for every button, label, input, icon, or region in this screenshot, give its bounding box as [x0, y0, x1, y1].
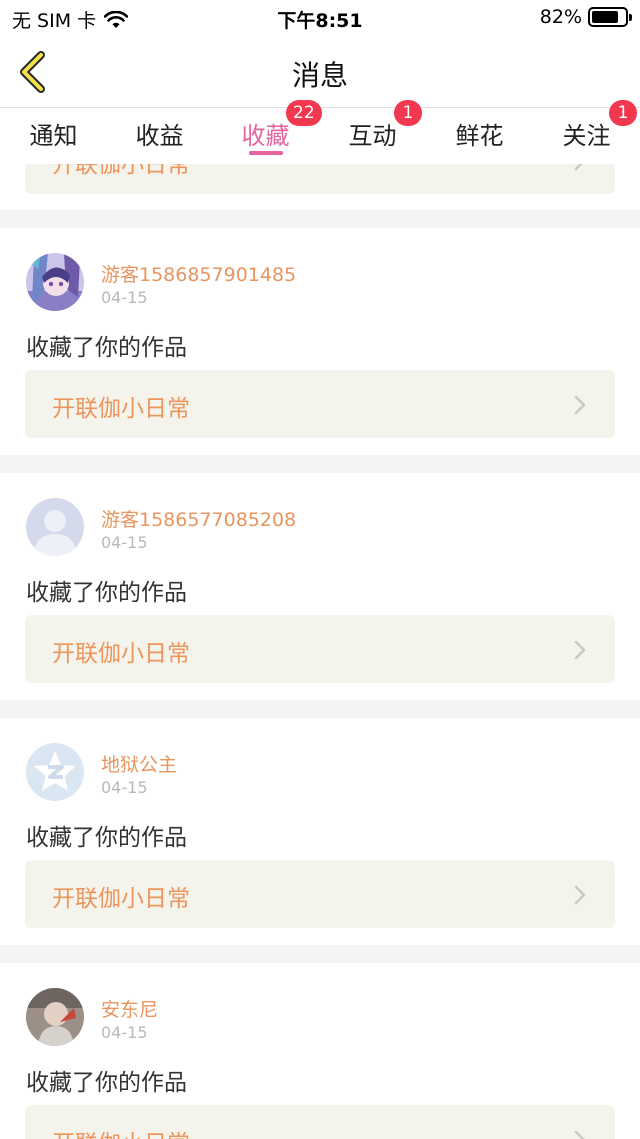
username[interactable]: 地狱公主: [101, 750, 177, 777]
tab-interactions[interactable]: 互动 1: [319, 100, 426, 164]
page-title: 消息: [291, 59, 348, 92]
photo-avatar-image: [26, 988, 84, 1046]
favorites-feed[interactable]: 开联伽小日常 游客1586857901485 04-15 收藏了你的作品 开联伽…: [0, 164, 640, 1139]
avatar[interactable]: [26, 988, 84, 1046]
unread-badge: 1: [394, 100, 422, 126]
work-link[interactable]: 开联伽小日常: [25, 1105, 615, 1139]
work-link[interactable]: 开联伽小日常: [25, 860, 615, 928]
action-text: 收藏了你的作品: [26, 335, 187, 361]
chevron-right-icon: [574, 164, 583, 171]
chevron-right-icon: [574, 640, 586, 660]
timestamp: 04-15: [101, 1023, 148, 1042]
qq-logo-icon: [26, 743, 84, 801]
battery-percent: 82%: [539, 6, 582, 28]
work-title: 开联伽小日常: [52, 641, 190, 667]
timestamp: 04-15: [101, 778, 148, 797]
tab-earnings[interactable]: 收益: [106, 108, 213, 164]
tab-label: 关注: [562, 122, 611, 150]
work-link[interactable]: 开联伽小日常: [25, 615, 615, 683]
status-bar: 无 SIM 卡 下午8:51 82%: [0, 0, 640, 36]
tab-flowers[interactable]: 鲜花: [426, 108, 533, 164]
feed-card: 地狱公主 04-15 收藏了你的作品 开联伽小日常: [0, 718, 640, 945]
unread-badge: 22: [286, 100, 322, 126]
navigation-bar: 消息: [0, 36, 640, 108]
battery-icon: [588, 7, 632, 27]
tab-label: 通知: [29, 122, 78, 150]
timestamp: 04-15: [101, 533, 148, 552]
username[interactable]: 游客1586577085208: [101, 505, 296, 532]
unread-badge: 1: [609, 100, 637, 126]
tab-label: 鲜花: [455, 122, 504, 150]
default-person-icon: [26, 498, 84, 556]
username[interactable]: 游客1586857901485: [101, 260, 296, 287]
timestamp: 04-15: [101, 288, 148, 307]
tab-label: 收益: [135, 122, 184, 150]
feed-card: 游客1586577085208 04-15 收藏了你的作品 开联伽小日常: [0, 473, 640, 700]
work-link[interactable]: 开联伽小日常: [25, 164, 615, 194]
tab-follows[interactable]: 关注 1: [533, 100, 640, 164]
battery-indicator: 82%: [539, 6, 632, 28]
work-title: 开联伽小日常: [52, 396, 190, 422]
tab-favorites[interactable]: 收藏 22: [212, 100, 322, 164]
action-text: 收藏了你的作品: [26, 1070, 187, 1096]
chevron-right-icon: [574, 885, 586, 905]
anime-avatar-image: [26, 253, 84, 311]
work-title: 开联伽小日常: [52, 1124, 190, 1139]
work-title: 开联伽小日常: [52, 164, 190, 178]
active-tab-indicator: [248, 151, 283, 155]
message-tabs: 通知 收益 收藏 22 互动 1 鲜花 关注 1: [0, 100, 640, 164]
work-link[interactable]: 开联伽小日常: [25, 370, 615, 438]
tab-label: 收藏: [241, 122, 290, 150]
work-title: 开联伽小日常: [52, 886, 190, 912]
tab-label: 互动: [348, 122, 397, 150]
avatar[interactable]: [26, 253, 84, 311]
avatar[interactable]: [26, 743, 84, 801]
feed-card: 游客1586857901485 04-15 收藏了你的作品 开联伽小日常: [0, 228, 640, 455]
action-text: 收藏了你的作品: [26, 825, 187, 851]
avatar[interactable]: [26, 498, 84, 556]
chevron-right-icon: [574, 395, 586, 415]
chevron-right-icon: [574, 1130, 585, 1139]
feed-card: 安东尼 04-15 收藏了你的作品 开联伽小日常: [0, 963, 640, 1139]
action-text: 收藏了你的作品: [26, 580, 187, 606]
username[interactable]: 安东尼: [101, 995, 158, 1022]
tab-notifications[interactable]: 通知: [0, 108, 107, 164]
feed-card-partial: 开联伽小日常: [0, 164, 640, 210]
